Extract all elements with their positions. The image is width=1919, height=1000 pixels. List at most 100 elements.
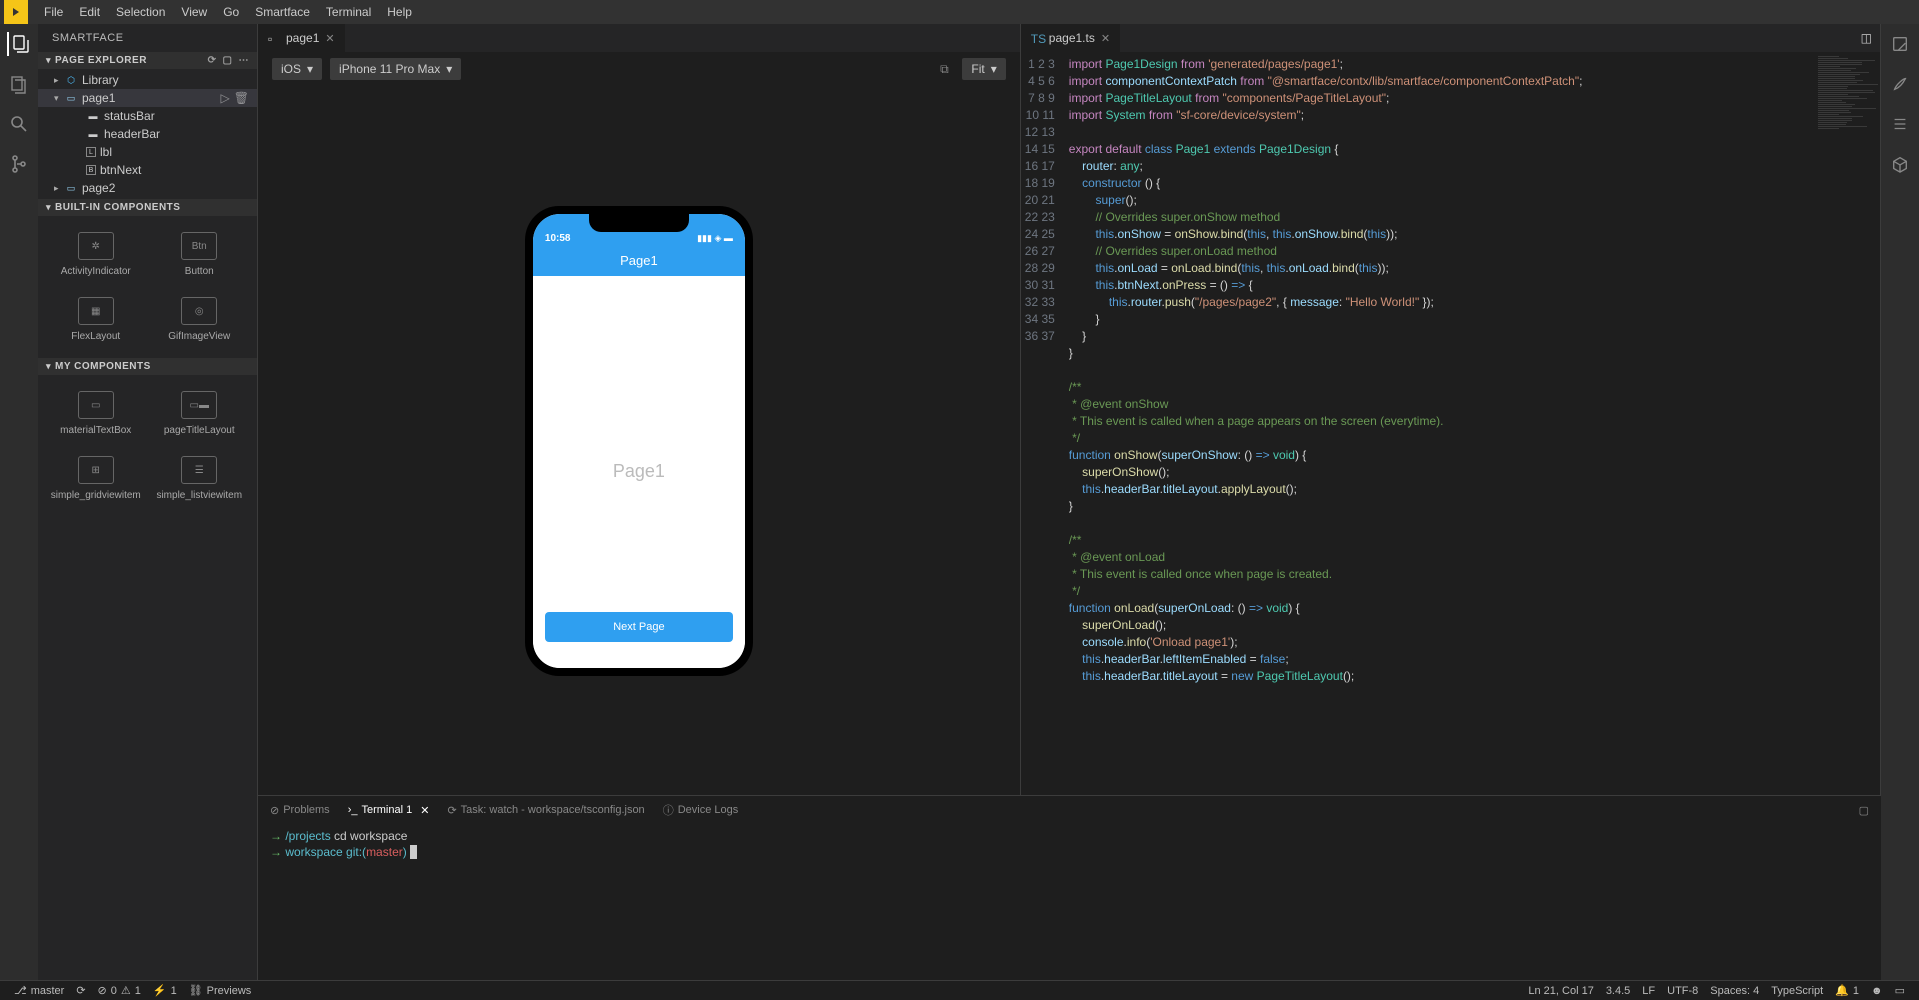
- edit-icon[interactable]: [1888, 32, 1912, 56]
- status-ports[interactable]: ⚡1: [147, 984, 183, 997]
- component-simple_listviewitem[interactable]: ☰simple_listviewitem: [150, 448, 250, 509]
- section-builtin[interactable]: ▾ BUILT-IN COMPONENTS: [38, 199, 257, 216]
- component-flexlayout[interactable]: ▦FlexLayout: [46, 289, 146, 350]
- cursor: [410, 845, 417, 859]
- chevron-down-icon: ▾: [991, 62, 997, 76]
- file-icon: ▫: [268, 32, 280, 44]
- status-eol[interactable]: LF: [1636, 984, 1661, 997]
- tree-item-library[interactable]: ▸⬡Library: [38, 71, 257, 89]
- terminal-body[interactable]: → /projects cd workspace → workspace git…: [258, 824, 1881, 980]
- delete-icon[interactable]: 🗑: [234, 91, 249, 105]
- device-rotate-icon[interactable]: ⧉: [934, 59, 954, 79]
- files-icon[interactable]: [7, 72, 31, 96]
- source-control-icon[interactable]: [7, 152, 31, 176]
- status-feedback[interactable]: ☻: [1865, 984, 1889, 997]
- menu-edit[interactable]: Edit: [71, 5, 108, 19]
- split-editor-icon[interactable]: ◫: [1861, 31, 1872, 45]
- platform-select[interactable]: iOS▾: [272, 58, 322, 80]
- close-icon[interactable]: ✕: [325, 32, 334, 45]
- phone-next-button[interactable]: Next Page: [545, 612, 733, 642]
- component-icon: ▭: [78, 391, 114, 419]
- broadcast-icon: ▭: [1895, 984, 1905, 997]
- brush-icon[interactable]: [1888, 72, 1912, 96]
- device-select[interactable]: iPhone 11 Pro Max▾: [330, 58, 461, 80]
- antenna-icon: ⚡: [153, 984, 167, 997]
- chevron-down-icon: ▾: [46, 202, 51, 213]
- explorer-icon[interactable]: [7, 32, 31, 56]
- status-errors[interactable]: ⊘0 ⚠1: [92, 984, 147, 997]
- minimap[interactable]: [1816, 52, 1880, 795]
- refresh-icon[interactable]: ⟳: [208, 55, 217, 66]
- tree-item-btnnext[interactable]: BbtnNext: [38, 161, 257, 179]
- chevron-down-icon: ▾: [46, 55, 51, 66]
- component-icon: ⊞: [78, 456, 114, 484]
- phone-body-label: Page1: [613, 461, 665, 482]
- smiley-icon: ☻: [1871, 985, 1883, 997]
- list-icon[interactable]: [1888, 112, 1912, 136]
- search-icon[interactable]: [7, 112, 31, 136]
- phone-notch: [589, 214, 689, 232]
- terminal-panel: ⊘Problems ›_Terminal 1✕ ⟳Task: watch - w…: [258, 795, 1881, 980]
- section-my-components[interactable]: ▾ MY COMPONENTS: [38, 358, 257, 375]
- info-icon: ⓘ: [663, 802, 674, 818]
- git-branch-icon: ⎇: [14, 984, 27, 997]
- component-activityindicator[interactable]: ✲ActivityIndicator: [46, 224, 146, 285]
- status-spaces[interactable]: Spaces: 4: [1704, 984, 1765, 997]
- typescript-icon: TS: [1031, 32, 1043, 44]
- sidebar: SMARTFACE ▾ PAGE EXPLORER ⟳ ▢ ⋯ ▸⬡Librar…: [38, 24, 258, 980]
- status-notifications[interactable]: 🔔1: [1829, 984, 1865, 997]
- tree-item-page2[interactable]: ▸▭page2: [38, 179, 257, 197]
- status-previews[interactable]: ⛓Previews: [183, 984, 258, 997]
- code-editor[interactable]: 1 2 3 4 5 6 7 8 9 10 11 12 13 14 15 16 1…: [1021, 52, 1880, 795]
- status-language[interactable]: TypeScript: [1765, 984, 1829, 997]
- status-branch[interactable]: ⎇master: [8, 984, 70, 997]
- component-gifimageview[interactable]: ◎GifImageView: [150, 289, 250, 350]
- status-tweet[interactable]: ▭: [1889, 984, 1911, 997]
- new-file-icon[interactable]: ▢: [223, 55, 233, 66]
- component-button[interactable]: BtnButton: [150, 224, 250, 285]
- box-icon[interactable]: [1888, 152, 1912, 176]
- tab-page1-ts[interactable]: TS page1.ts ✕: [1021, 24, 1121, 52]
- tree-item-lbl[interactable]: Llbl: [38, 143, 257, 161]
- tree-item-statusbar[interactable]: ▬statusBar: [38, 107, 257, 125]
- chevron-down-icon: ▾: [446, 62, 452, 76]
- status-version[interactable]: 3.4.5: [1600, 984, 1636, 997]
- menu-help[interactable]: Help: [379, 5, 420, 19]
- tree-item-page1[interactable]: ▾▭page1▷🗑: [38, 89, 257, 107]
- menu-file[interactable]: File: [36, 5, 71, 19]
- tab-device-logs[interactable]: ⓘDevice Logs: [663, 802, 739, 818]
- tab-problems[interactable]: ⊘Problems: [270, 804, 330, 817]
- statusbar: ⎇master ⟳ ⊘0 ⚠1 ⚡1 ⛓Previews Ln 21, Col …: [0, 980, 1919, 1000]
- more-icon[interactable]: ⋯: [239, 55, 250, 66]
- tab-page1-design[interactable]: ▫ page1 ✕: [258, 24, 346, 52]
- menu-view[interactable]: View: [173, 5, 215, 19]
- tab-task[interactable]: ⟳Task: watch - workspace/tsconfig.json: [447, 804, 644, 817]
- status-sync[interactable]: ⟳: [70, 984, 91, 997]
- close-icon[interactable]: ✕: [420, 804, 429, 817]
- zoom-select[interactable]: Fit▾: [962, 58, 1005, 80]
- component-pagetitlelayout[interactable]: ▭▬pageTitleLayout: [150, 383, 250, 444]
- app-logo[interactable]: [4, 0, 28, 24]
- component-icon: ▭▬: [181, 391, 217, 419]
- menu-smartface[interactable]: Smartface: [247, 5, 318, 19]
- warning-icon: ⊘: [270, 804, 279, 817]
- tab-terminal[interactable]: ›_Terminal 1✕: [348, 804, 430, 817]
- panel-maximize-icon[interactable]: ▢: [1859, 804, 1869, 817]
- status-cursor[interactable]: Ln 21, Col 17: [1522, 984, 1599, 997]
- chevron-down-icon: ▾: [46, 361, 51, 372]
- tree-item-headerbar[interactable]: ▬headerBar: [38, 125, 257, 143]
- component-icon: ☰: [181, 456, 217, 484]
- menu-terminal[interactable]: Terminal: [318, 5, 379, 19]
- component-icon: ◎: [181, 297, 217, 325]
- sidebar-title: SMARTFACE: [38, 24, 257, 52]
- component-materialtextbox[interactable]: ▭materialTextBox: [46, 383, 146, 444]
- signal-wifi-battery-icons: ▮▮▮ ◈ ▬: [697, 233, 733, 244]
- status-encoding[interactable]: UTF-8: [1661, 984, 1704, 997]
- play-icon[interactable]: ▷: [221, 91, 230, 105]
- section-page-explorer[interactable]: ▾ PAGE EXPLORER ⟳ ▢ ⋯: [38, 52, 257, 69]
- component-simple_gridviewitem[interactable]: ⊞simple_gridviewitem: [46, 448, 146, 509]
- terminal-icon: ›_: [348, 804, 358, 816]
- close-icon[interactable]: ✕: [1101, 32, 1110, 45]
- menu-go[interactable]: Go: [215, 5, 247, 19]
- menu-selection[interactable]: Selection: [108, 5, 173, 19]
